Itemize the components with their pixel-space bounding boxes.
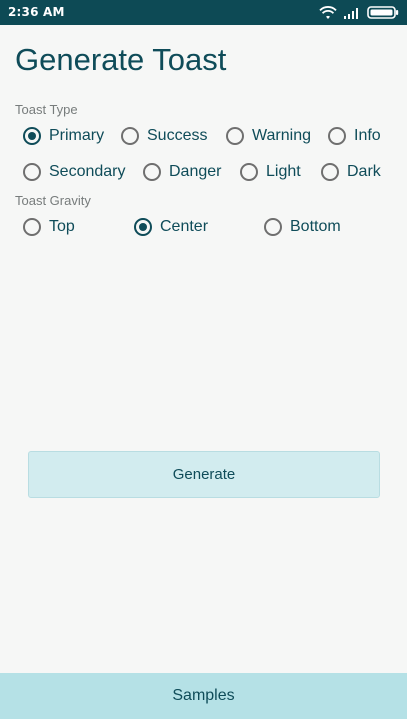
battery-icon xyxy=(367,6,399,19)
radio-circle xyxy=(328,127,346,145)
radio-label: Light xyxy=(266,163,301,180)
radio-circle xyxy=(23,218,41,236)
radio-label: Dark xyxy=(347,163,381,180)
radio-circle xyxy=(23,127,41,145)
radio-top[interactable]: Top xyxy=(23,215,75,239)
signal-icon xyxy=(344,8,358,19)
radio-circle xyxy=(226,127,244,145)
radio-label: Success xyxy=(147,127,208,144)
radio-circle xyxy=(121,127,139,145)
radio-label: Primary xyxy=(49,127,105,144)
toast-gravity-label: Toast Gravity xyxy=(15,193,91,208)
radio-label: Bottom xyxy=(290,218,341,235)
status-icons xyxy=(319,4,399,21)
status-time: 2:36 AM xyxy=(8,5,65,19)
radio-circle xyxy=(143,163,161,181)
radio-success[interactable]: Success xyxy=(121,124,207,148)
samples-button[interactable]: Samples xyxy=(0,673,407,719)
radio-info[interactable]: Info xyxy=(328,124,381,148)
radio-circle xyxy=(264,218,282,236)
radio-danger[interactable]: Danger xyxy=(143,160,221,184)
radio-primary[interactable]: Primary xyxy=(23,124,104,148)
radio-dark[interactable]: Dark xyxy=(321,160,381,184)
status-bar: 2:36 AM xyxy=(0,0,407,25)
radio-warning[interactable]: Warning xyxy=(226,124,311,148)
page-title: Generate Toast xyxy=(15,42,227,77)
radio-label: Info xyxy=(354,127,381,144)
radio-center[interactable]: Center xyxy=(134,215,208,239)
radio-circle xyxy=(134,218,152,236)
radio-circle xyxy=(23,163,41,181)
radio-bottom[interactable]: Bottom xyxy=(264,215,341,239)
radio-label: Secondary xyxy=(49,163,126,180)
radio-label: Danger xyxy=(169,163,222,180)
generate-button[interactable]: Generate xyxy=(28,451,380,498)
wifi-icon xyxy=(319,5,337,19)
radio-label: Warning xyxy=(252,127,311,144)
radio-light[interactable]: Light xyxy=(240,160,301,184)
radio-label: Top xyxy=(49,218,75,235)
radio-circle xyxy=(321,163,339,181)
radio-label: Center xyxy=(160,218,209,235)
toast-type-label: Toast Type xyxy=(15,102,78,117)
radio-circle xyxy=(240,163,258,181)
radio-secondary[interactable]: Secondary xyxy=(23,160,126,184)
